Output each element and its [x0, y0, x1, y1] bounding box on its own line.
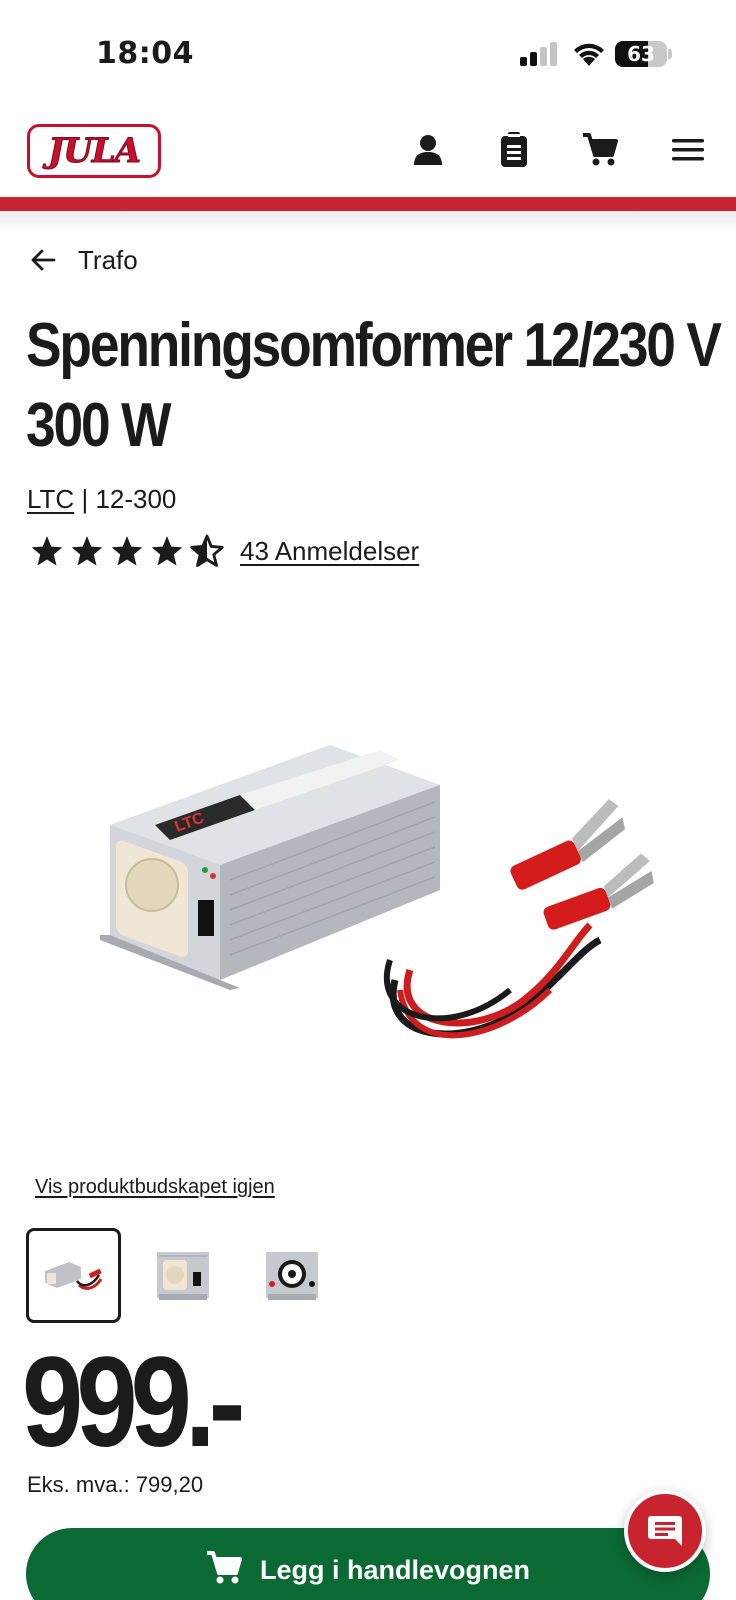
- jula-logo[interactable]: JULA: [27, 124, 161, 178]
- rating: 43 Anmeldelser: [30, 534, 419, 568]
- signal-icon: [520, 42, 557, 66]
- header-accent-bar: [0, 197, 736, 211]
- add-to-cart-button[interactable]: Legg i handlevognen: [26, 1528, 710, 1600]
- brand-separator: |: [81, 484, 89, 514]
- thumbnail-2[interactable]: [135, 1228, 230, 1323]
- battery-tip: [668, 49, 672, 59]
- header-shadow: [0, 211, 736, 233]
- chat-button[interactable]: [624, 1490, 706, 1572]
- brand-line: LTC | 12-300: [27, 484, 176, 515]
- thumbnail-3[interactable]: [244, 1228, 339, 1323]
- breadcrumb[interactable]: Trafo: [30, 240, 138, 280]
- star-half-icon: [190, 534, 224, 567]
- star-full-icon: [151, 536, 183, 566]
- star-full-icon: [31, 536, 63, 566]
- clipboard-list-icon[interactable]: [494, 130, 534, 170]
- thumbnail-strip: [26, 1228, 339, 1323]
- account-icon[interactable]: [408, 130, 448, 170]
- add-to-cart-label: Legg i handlevognen: [259, 1555, 530, 1585]
- price-ex-vat: Eks. mva.: 799,20: [27, 1472, 204, 1497]
- menu-icon[interactable]: [668, 130, 708, 170]
- product-sku: 12-300: [95, 484, 177, 514]
- wifi-icon: [574, 43, 604, 66]
- site-header: JULA: [0, 100, 736, 198]
- brand-link[interactable]: LTC: [27, 484, 74, 514]
- chat-icon: [648, 1516, 682, 1546]
- reviews-link[interactable]: 43 Anmeldelser: [240, 536, 419, 567]
- arrow-left-icon: [31, 249, 56, 271]
- status-time: 18:04: [96, 36, 194, 71]
- star-full-icon: [111, 536, 143, 566]
- product-price: 999.-: [22, 1331, 245, 1474]
- logo-text: JULA: [47, 131, 141, 172]
- show-product-message-link[interactable]: Vis produktbudskapet igjen: [35, 1176, 275, 1199]
- star-full-icon: [71, 536, 103, 566]
- cart-icon[interactable]: [580, 130, 620, 170]
- status-bar: 18:04 63: [0, 0, 736, 100]
- thumbnail-1[interactable]: [26, 1228, 121, 1323]
- page-title: Spenningsomformer 12/230 V 300 W: [26, 311, 722, 460]
- cart-icon: [206, 1551, 242, 1584]
- battery-percent: 63: [627, 42, 655, 66]
- breadcrumb-label: Trafo: [78, 244, 138, 275]
- product-image[interactable]: LTC: [80, 740, 660, 1070]
- battery-icon: 63: [615, 41, 667, 67]
